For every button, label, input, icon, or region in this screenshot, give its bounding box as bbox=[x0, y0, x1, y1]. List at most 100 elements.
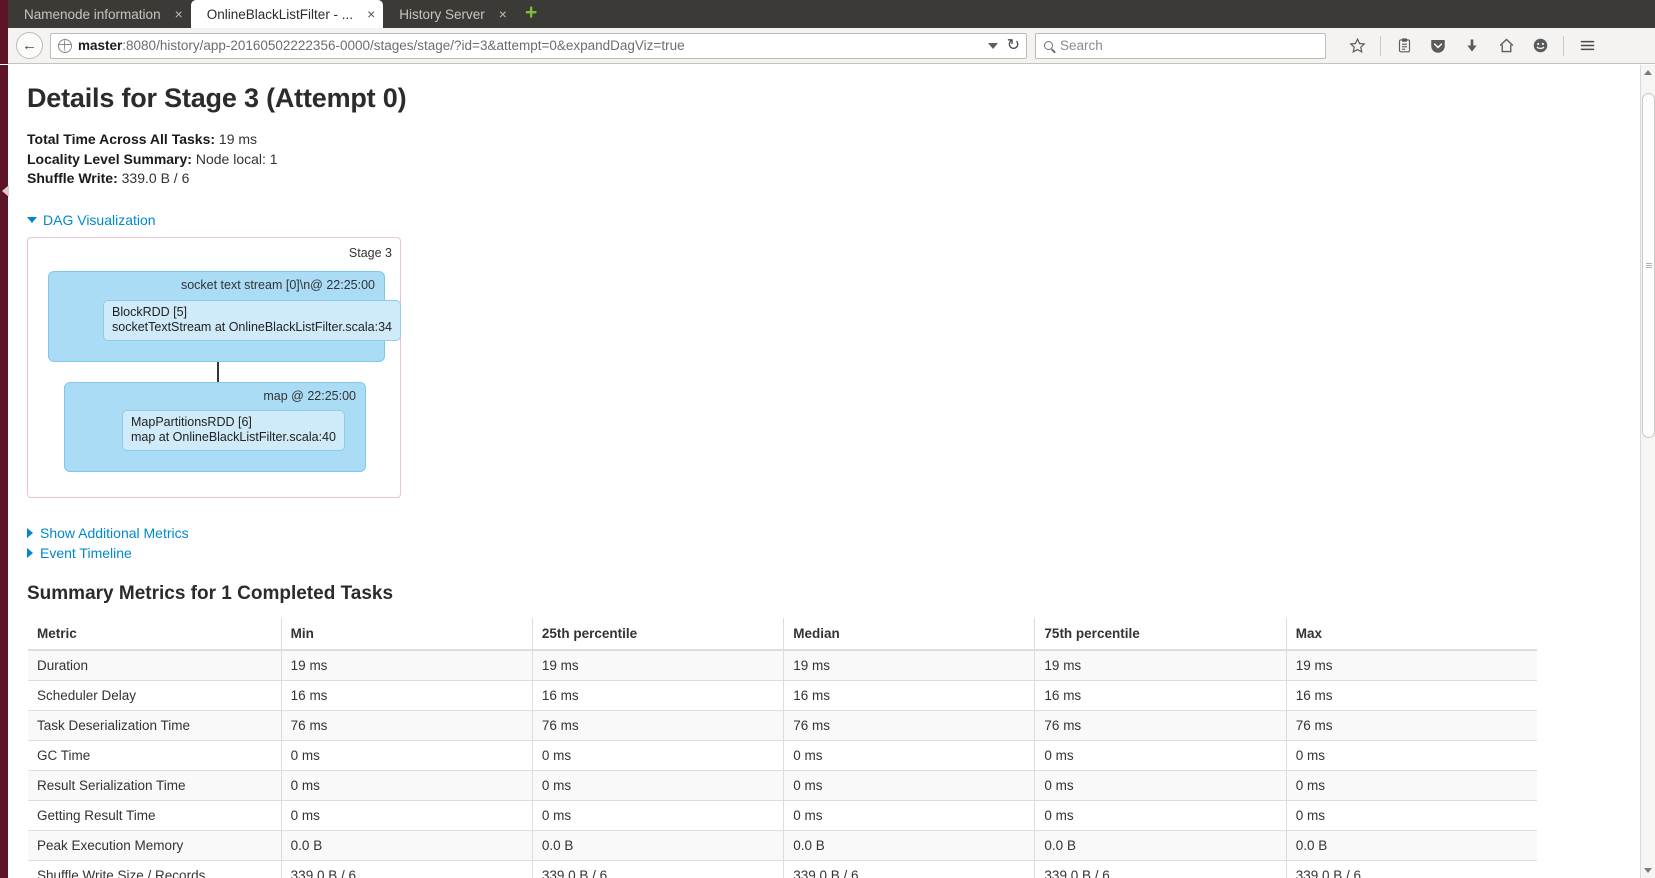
sidebar-collapse-handle[interactable] bbox=[2, 185, 9, 197]
column-header-25th-percentile[interactable]: 25th percentile bbox=[532, 617, 785, 651]
metric-value-cell: 0 ms bbox=[532, 739, 785, 770]
show-additional-metrics-toggle[interactable]: Show Additional Metrics bbox=[27, 524, 1655, 543]
globe-icon bbox=[57, 38, 72, 53]
new-tab-button[interactable]: + bbox=[515, 2, 547, 27]
metric-value-cell: 339.0 B / 6 bbox=[281, 859, 533, 878]
dag-cluster-title: map @ 22:25:00 bbox=[263, 388, 356, 403]
scroll-up-icon[interactable] bbox=[1641, 65, 1655, 80]
column-header-median[interactable]: Median bbox=[783, 617, 1036, 651]
metric-value-cell: 76 ms bbox=[783, 709, 1036, 740]
table-row: Task Deserialization Time 76 ms 76 ms 76 ms… bbox=[28, 709, 1537, 740]
toolbar-icons bbox=[1340, 31, 1604, 61]
metric-value-cell: 0 ms bbox=[783, 739, 1036, 770]
metric-name-cell: Peak Execution Memory bbox=[28, 829, 282, 860]
table-head: Metric Min 25th percentile Median 75th p… bbox=[28, 617, 1537, 651]
dag-rdd-node-blockrdd[interactable]: BlockRDD [5] socketTextStream at OnlineB… bbox=[103, 299, 401, 341]
table-row: GC Time 0 ms 0 ms 0 ms 0 ms 0 ms bbox=[28, 739, 1537, 770]
metric-value-cell: 19 ms bbox=[532, 649, 785, 680]
scroll-down-icon[interactable] bbox=[1641, 863, 1655, 878]
metric-name-cell: Result Serialization Time bbox=[28, 769, 282, 800]
close-icon[interactable]: × bbox=[499, 7, 507, 21]
metric-value-cell: 0 ms bbox=[532, 769, 785, 800]
scrollbar-grip bbox=[1646, 262, 1652, 269]
metric-value-cell: 16 ms bbox=[783, 679, 1036, 710]
browser-tab-namenode-information[interactable]: Namenode information × bbox=[8, 0, 191, 28]
dag-node-line1: BlockRDD [5] bbox=[112, 304, 188, 319]
browser-tab-onlineblacklistfilter[interactable]: OnlineBlackListFilter - ... × bbox=[190, 0, 384, 28]
browser-window: Namenode information × OnlineBlackListFi… bbox=[0, 0, 1655, 878]
table-row: Shuffle Write Size / Records 339.0 B / 63… bbox=[28, 859, 1537, 878]
dag-visualization-label: DAG Visualization bbox=[43, 211, 156, 228]
dag-node-line2: socketTextStream at OnlineBlackListFilte… bbox=[112, 319, 392, 334]
chevron-right-icon bbox=[27, 548, 33, 558]
dag-rdd-node-mappartitionsrdd[interactable]: MapPartitionsRDD [6] map at OnlineBlackL… bbox=[122, 409, 345, 451]
metric-value-cell: 19 ms bbox=[783, 649, 1036, 680]
metric-value-cell: 0 ms bbox=[1286, 739, 1537, 770]
metric-value-cell: 19 ms bbox=[1034, 649, 1287, 680]
summary-total-time: Total Time Across All Tasks: 19 ms bbox=[27, 130, 1655, 150]
column-header-min[interactable]: Min bbox=[281, 617, 533, 651]
tab-bar: Namenode information × OnlineBlackListFi… bbox=[0, 0, 1655, 28]
page-viewport: Details for Stage 3 (Attempt 0) Total Ti… bbox=[0, 65, 1655, 878]
dag-cluster-map[interactable]: map @ 22:25:00 MapPartitionsRDD [6] map … bbox=[64, 381, 366, 472]
summary-locality-level: Locality Level Summary: Node local: 1 bbox=[27, 150, 1655, 170]
column-header-75th-percentile[interactable]: 75th percentile bbox=[1034, 617, 1287, 651]
metric-value-cell: 76 ms bbox=[281, 709, 533, 740]
vertical-scrollbar[interactable] bbox=[1640, 65, 1655, 878]
summary-metrics-table: Metric Min 25th percentile Median 75th p… bbox=[27, 616, 1538, 878]
metric-value-cell: 339.0 B / 6 bbox=[532, 859, 785, 878]
close-icon[interactable]: × bbox=[175, 7, 183, 21]
menu-hamburger-icon[interactable] bbox=[1570, 31, 1604, 61]
metric-value-cell: 0 ms bbox=[783, 799, 1036, 830]
dag-visualization-toggle[interactable]: DAG Visualization bbox=[27, 212, 156, 228]
metric-value-cell: 0 ms bbox=[281, 769, 533, 800]
event-timeline-toggle[interactable]: Event Timeline bbox=[27, 544, 1655, 563]
metric-value-cell: 0 ms bbox=[281, 799, 533, 830]
metric-value-cell: 16 ms bbox=[281, 679, 533, 710]
reader-list-icon[interactable] bbox=[1387, 31, 1421, 61]
toolbar-divider bbox=[1563, 35, 1564, 56]
metric-value-cell: 339.0 B / 6 bbox=[1034, 859, 1287, 878]
summary-shuffle-write: Shuffle Write: 339.0 B / 6 bbox=[27, 169, 1655, 189]
close-icon[interactable]: × bbox=[367, 7, 375, 21]
metric-value-cell: 19 ms bbox=[1286, 649, 1537, 680]
metric-name-cell: Getting Result Time bbox=[28, 799, 282, 830]
search-input[interactable]: Search bbox=[1035, 32, 1326, 59]
event-timeline-label: Event Timeline bbox=[40, 544, 132, 561]
metric-value-cell: 0 ms bbox=[532, 799, 785, 830]
reload-icon[interactable]: ↻ bbox=[1007, 37, 1020, 54]
summary-label: Total Time Across All Tasks: bbox=[27, 131, 216, 147]
column-header-metric[interactable]: Metric bbox=[28, 617, 282, 651]
bookmark-star-icon[interactable] bbox=[1340, 31, 1374, 61]
chevron-down-icon[interactable] bbox=[987, 42, 998, 49]
scrollbar-thumb[interactable] bbox=[1642, 93, 1655, 438]
column-header-max[interactable]: Max bbox=[1286, 617, 1537, 651]
summary-value: 19 ms bbox=[218, 131, 258, 147]
summary-value: 339.0 B / 6 bbox=[121, 170, 190, 186]
metric-value-cell: 19 ms bbox=[281, 649, 533, 680]
pocket-icon[interactable] bbox=[1421, 31, 1455, 61]
toolbar-divider bbox=[1380, 35, 1381, 56]
sync-smiley-icon[interactable] bbox=[1523, 31, 1557, 61]
table-header-row: Metric Min 25th percentile Median 75th p… bbox=[28, 617, 1537, 651]
summary-label: Locality Level Summary: bbox=[27, 150, 192, 167]
dag-stage-label: Stage 3 bbox=[348, 245, 392, 260]
metric-name-cell: Shuffle Write Size / Records bbox=[28, 859, 282, 878]
metric-value-cell: 0 ms bbox=[281, 739, 533, 770]
navigation-toolbar: ← master:8080/history/app-20160502222356… bbox=[0, 28, 1655, 64]
page-title: Details for Stage 3 (Attempt 0) bbox=[27, 83, 407, 113]
downloads-icon[interactable] bbox=[1455, 31, 1489, 61]
metric-value-cell: 16 ms bbox=[1286, 679, 1537, 710]
metric-value-cell: 0 ms bbox=[1034, 739, 1287, 770]
metric-value-cell: 0 ms bbox=[1286, 769, 1537, 800]
metric-value-cell: 0 ms bbox=[783, 769, 1036, 800]
back-button[interactable]: ← bbox=[16, 32, 43, 59]
metric-value-cell: 76 ms bbox=[532, 709, 785, 740]
metric-value-cell: 0 ms bbox=[1286, 799, 1537, 830]
browser-tab-history-server[interactable]: History Server × bbox=[383, 0, 515, 28]
home-icon[interactable] bbox=[1489, 31, 1523, 61]
address-bar[interactable]: master:8080/history/app-20160502222356-0… bbox=[50, 32, 1027, 59]
dag-cluster-socket-text-stream[interactable]: socket text stream [0]\n@ 22:25:00 Block… bbox=[48, 270, 401, 362]
dag-visualization-panel[interactable]: Stage 3 socket text stream [0]\n@ 22:25:… bbox=[27, 236, 401, 498]
summary-label: Shuffle Write: bbox=[27, 170, 118, 186]
